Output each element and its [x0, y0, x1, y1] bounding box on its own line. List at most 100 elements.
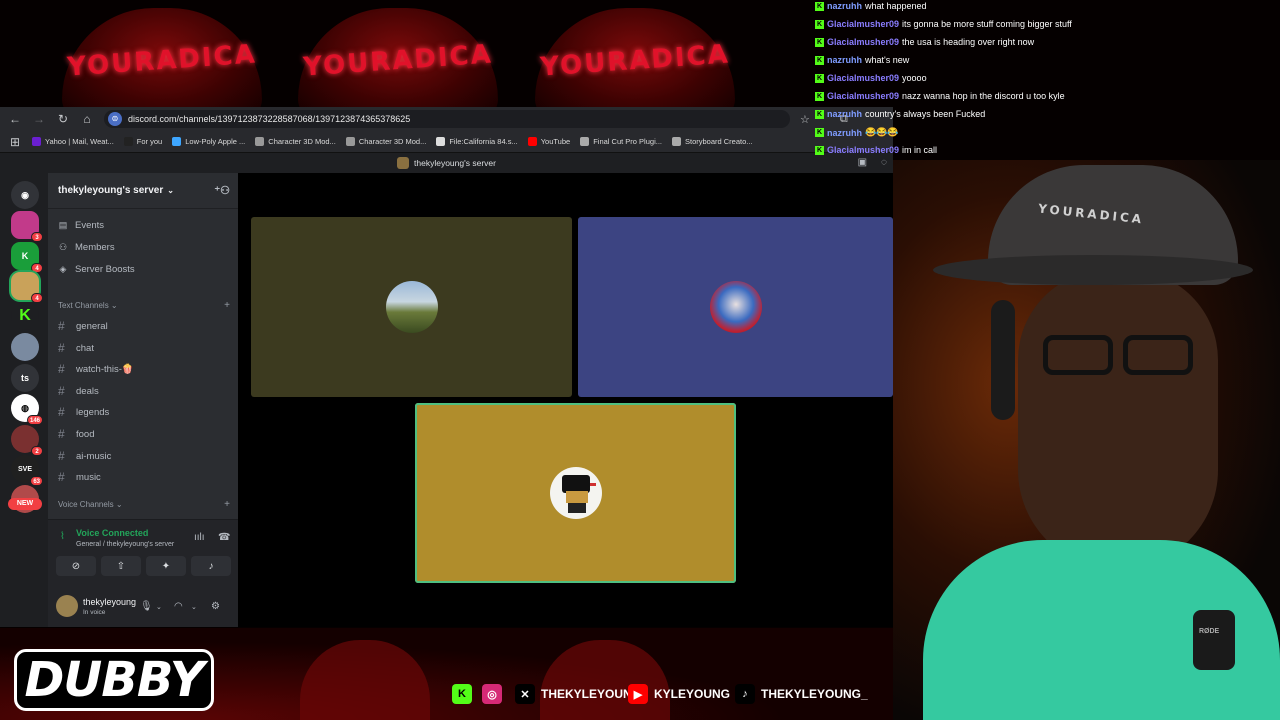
channel-item[interactable]: # legends: [58, 405, 109, 419]
bookmark-item[interactable]: Character 3D Mod...: [345, 137, 426, 146]
lav-mic: RØDE: [1193, 610, 1235, 670]
voice-call-area: [238, 173, 893, 627]
server-item[interactable]: 3: [11, 211, 43, 242]
chat-username: nazruhh: [827, 1, 862, 11]
bookmark-item[interactable]: Storyboard Creato...: [671, 137, 753, 146]
bookmark-item[interactable]: For you: [123, 137, 162, 146]
site-info-icon[interactable]: ⊜: [108, 112, 122, 126]
category-text-channels[interactable]: Text Channels ⌄ +: [58, 300, 230, 311]
home-icon[interactable]: ⌂: [80, 112, 94, 126]
activities-button[interactable]: ✦: [146, 556, 186, 576]
discord-title-bar: thekyleyoung's server ▣ ◌: [0, 153, 893, 173]
webcam-feed: YOURADICA RØDE: [893, 160, 1280, 720]
channel-name: food: [76, 428, 95, 440]
server-item-active[interactable]: 4: [11, 272, 43, 303]
bg-logo: YOURADICA: [535, 8, 735, 118]
channel-item[interactable]: # food: [58, 427, 95, 441]
channel-item[interactable]: # deals: [58, 384, 99, 398]
headphones-icon[interactable]: ◠: [174, 601, 183, 612]
signal-icon[interactable]: ⌇: [60, 531, 65, 542]
participant-tile[interactable]: [578, 217, 893, 397]
hash-icon: #: [58, 470, 65, 484]
chevron-down-icon[interactable]: ⌄: [191, 603, 197, 611]
user-status: In voice: [83, 609, 106, 616]
new-badge: NEW: [8, 498, 42, 510]
channel-item[interactable]: # chat: [58, 341, 94, 355]
avatar[interactable]: [56, 595, 78, 617]
bookmark-label: Character 3D Mod...: [268, 137, 336, 146]
tiktok-icon: ♪: [735, 684, 755, 704]
server-item[interactable]: K: [11, 302, 39, 330]
stream-frame: YOURADICA YOURADICA YOURADICA ← → ↻ ⌂ ⊜ …: [0, 0, 1280, 720]
server-item[interactable]: [11, 333, 39, 361]
camera-toggle-button[interactable]: ⊘: [56, 556, 96, 576]
reload-icon[interactable]: ↻: [56, 112, 70, 126]
noise-suppression-icon[interactable]: ıılı: [194, 532, 205, 543]
server-item[interactable]: SVE 63: [11, 455, 43, 486]
participant-tile-speaking[interactable]: [415, 403, 736, 583]
bookmark-item[interactable]: Low-Poly Apple ...: [172, 137, 245, 146]
screen-share-button[interactable]: ⇧: [101, 556, 141, 576]
soundboard-button[interactable]: ♪: [191, 556, 231, 576]
bookmark-item[interactable]: Character 3D Mod...: [255, 137, 336, 146]
invite-people-icon[interactable]: ⁺⚇: [214, 184, 230, 197]
voice-location[interactable]: General / thekyleyoung's server: [76, 541, 174, 548]
chat-username: Glacialmusher09: [827, 19, 900, 29]
social-link: K: [452, 684, 472, 704]
disconnect-icon[interactable]: ☎: [218, 532, 230, 543]
members-icon: ⚇: [58, 242, 68, 252]
voice-connected-panel: ⌇ Voice Connected General / thekyleyoung…: [48, 519, 238, 587]
add-channel-icon[interactable]: +: [224, 300, 230, 311]
server-header[interactable]: thekyleyoung's server ⌄ ⁺⚇: [48, 173, 238, 209]
microphone-icon[interactable]: 🎙: [140, 601, 153, 612]
chevron-down-icon[interactable]: ⌄: [156, 603, 162, 611]
participant-tile[interactable]: [251, 217, 572, 397]
browser-window: ← → ↻ ⌂ ⊜ discord.com/channels/139712387…: [0, 107, 893, 627]
avatar: [709, 281, 762, 333]
server-item[interactable]: ◍ 146: [11, 394, 43, 425]
chat-message: Knazruhh what's new: [815, 55, 909, 65]
channel-item[interactable]: # watch-this-🍿: [58, 362, 134, 376]
chat-username: Glacialmusher09: [827, 37, 900, 47]
url-field[interactable]: ⊜ discord.com/channels/13971238732285870…: [104, 110, 790, 128]
kick-badge-icon: K: [815, 109, 824, 119]
kick-badge-icon: K: [815, 19, 824, 29]
boost-icon: ◈: [59, 264, 67, 274]
category-voice-channels[interactable]: Voice Channels ⌄ +: [58, 499, 230, 510]
server-item[interactable]: ts: [11, 364, 39, 392]
nav-server-boosts[interactable]: ◈ Server Boosts: [58, 264, 135, 275]
channel-item[interactable]: # general: [58, 319, 108, 333]
channel-item[interactable]: # ai-music: [58, 449, 111, 463]
calendar-icon: ▤: [58, 220, 68, 230]
bookmark-favicon-icon: [172, 137, 182, 146]
add-channel-icon[interactable]: +: [224, 499, 230, 510]
dubby-logo: DUBBY: [14, 649, 214, 711]
bookmark-item[interactable]: Yahoo | Mail, Weat...: [32, 137, 114, 146]
server-item[interactable]: 2: [11, 425, 43, 456]
bookmark-favicon-icon: [345, 137, 355, 146]
bookmark-label: File:California 84.s...: [449, 137, 518, 146]
bookmark-star-icon[interactable]: ☆: [800, 113, 810, 126]
discord-home-icon[interactable]: ◉: [11, 181, 39, 209]
bookmark-item[interactable]: Final Cut Pro Plugi...: [580, 137, 662, 146]
nav-members[interactable]: ⚇ Members: [58, 242, 115, 253]
server-item[interactable]: K4: [11, 242, 43, 273]
social-link: ♪ THEKYLEYOUNG_: [735, 684, 868, 704]
apps-grid-icon[interactable]: ⊞: [8, 135, 22, 149]
back-icon[interactable]: ←: [8, 112, 22, 126]
instagram-icon: ◎: [482, 684, 502, 704]
bookmark-item[interactable]: File:California 84.s...: [436, 137, 518, 146]
bookmark-item[interactable]: YouTube: [527, 137, 570, 146]
channel-item[interactable]: # music: [58, 470, 101, 484]
server-icon: [397, 157, 410, 169]
social-link: ✕ THEKYLEYOUNG: [515, 684, 641, 704]
chat-text: what's new: [865, 55, 910, 65]
chat-text: 😂😂😂: [865, 127, 899, 137]
bookmark-favicon-icon: [255, 137, 265, 146]
bookmark-favicon-icon: [123, 137, 133, 146]
url-text[interactable]: discord.com/channels/1397123873228587068…: [128, 114, 410, 124]
settings-gear-icon[interactable]: ⚙: [211, 601, 220, 612]
nav-events[interactable]: ▤ Events: [58, 220, 104, 231]
forward-icon[interactable]: →: [32, 112, 46, 126]
chat-text: what happened: [865, 1, 927, 11]
